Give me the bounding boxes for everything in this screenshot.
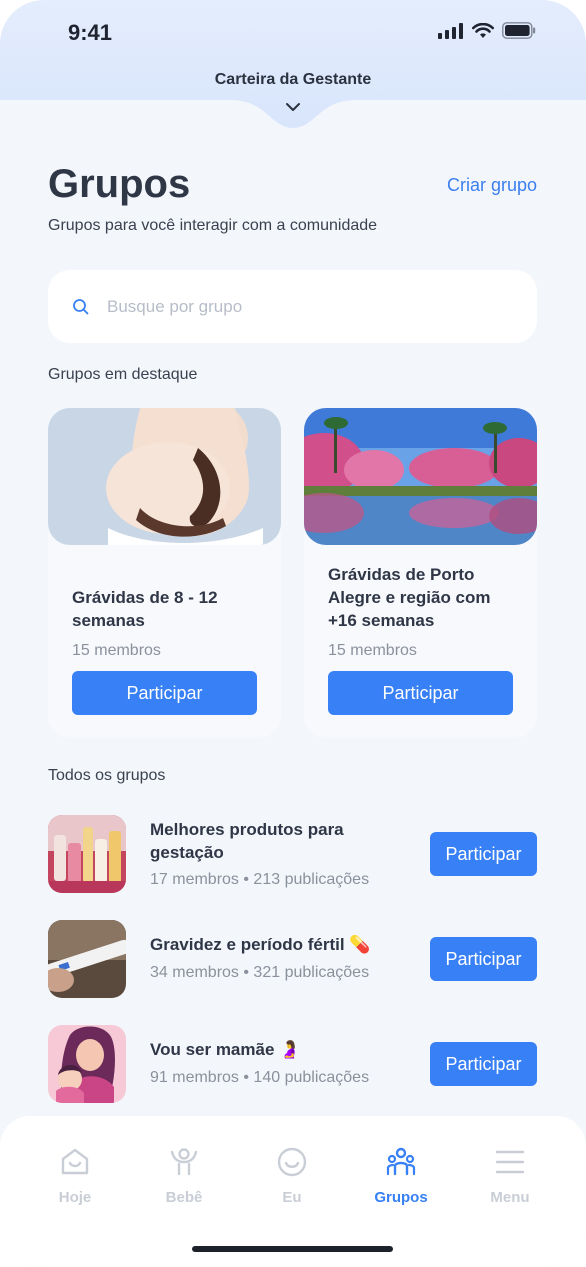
join-button[interactable]: Participar [328, 671, 513, 715]
join-button[interactable]: Participar [430, 1042, 537, 1086]
featured-card-title: Grávidas de 8 - 12 semanas [72, 588, 218, 630]
meta-separator: • [243, 871, 254, 888]
search-bar[interactable] [48, 270, 537, 343]
tab-grupos[interactable]: Grupos [346, 1146, 456, 1206]
group-image-pregnant-belly [48, 408, 281, 545]
page-title: Grupos [48, 162, 191, 206]
bottom-tab-bar: Hoje Bebê Eu Grupos Menu [0, 1116, 586, 1267]
status-icons [438, 22, 536, 39]
featured-card-members: 15 membros [72, 642, 161, 659]
group-meta: 34 membros • 321 publicações [150, 964, 369, 982]
wifi-icon [472, 22, 494, 38]
home-icon [61, 1148, 89, 1175]
top-header: 9:41 Carteira da Gestante [0, 0, 586, 130]
group-list-item[interactable]: Vou ser mamãe 🤰 91 membros • 140 publica… [48, 1025, 537, 1105]
featured-heading: Grupos em destaque [48, 366, 198, 383]
phone-screen: 9:41 Carteira da Gestante Grupos Criar g… [0, 0, 586, 1267]
join-button[interactable]: Participar [430, 832, 537, 876]
search-icon [73, 298, 89, 314]
group-members: 17 membros [150, 871, 239, 888]
tab-label: Eu [282, 1189, 302, 1206]
featured-card-members: 15 membros [328, 642, 417, 659]
search-input[interactable] [107, 296, 487, 317]
page-subtitle: Grupos para você interagir com a comunid… [48, 217, 378, 234]
wallet-selector[interactable]: Carteira da Gestante [0, 71, 586, 89]
group-meta: 17 membros • 213 publicações [150, 871, 369, 889]
groups-icon [386, 1147, 416, 1176]
group-list-item[interactable]: Melhores produtos para gestação 17 membr… [48, 815, 537, 895]
group-meta: 91 membros • 140 publicações [150, 1069, 369, 1087]
group-thumbnail-mother-child [48, 1025, 126, 1103]
menu-icon [495, 1150, 525, 1174]
join-button[interactable]: Participar [430, 937, 537, 981]
smile-icon [277, 1147, 307, 1177]
chevron-down-icon[interactable] [284, 101, 302, 113]
group-thumbnail-pregnancy-test [48, 920, 126, 998]
group-posts: 140 publicações [253, 1069, 370, 1086]
status-time: 9:41 [68, 20, 113, 45]
featured-card[interactable]: Grávidas de Porto Alegre e região com +1… [304, 408, 537, 738]
home-indicator[interactable] [192, 1246, 393, 1252]
group-members: 91 membros [150, 1069, 239, 1086]
join-button[interactable]: Participar [72, 671, 257, 715]
group-members: 34 membros [150, 964, 239, 981]
signal-icon [438, 22, 463, 39]
meta-separator: • [243, 964, 254, 981]
tab-label: Menu [490, 1189, 530, 1206]
group-posts: 213 publicações [253, 871, 370, 888]
group-name: Gravidez e período fértil 💊 [150, 935, 371, 954]
group-thumbnail-products [48, 815, 126, 893]
group-image-lake-park [304, 408, 537, 545]
group-posts: 321 publicações [253, 964, 370, 981]
meta-separator: • [243, 1069, 254, 1086]
create-group-link[interactable]: Criar grupo [447, 175, 537, 196]
tab-bebe[interactable]: Bebê [129, 1146, 239, 1206]
featured-card-title: Grávidas de Porto Alegre e região com +1… [328, 565, 491, 630]
tab-label: Bebê [165, 1189, 203, 1206]
tab-label: Grupos [374, 1189, 428, 1206]
group-list-item[interactable]: Gravidez e período fértil 💊 34 membros •… [48, 920, 537, 1000]
tab-hoje[interactable]: Hoje [20, 1146, 130, 1206]
group-name: Melhores produtos para gestação [150, 820, 344, 862]
all-groups-heading: Todos os grupos [48, 767, 166, 784]
tab-label: Hoje [58, 1189, 92, 1206]
tab-menu[interactable]: Menu [455, 1146, 565, 1206]
tab-eu[interactable]: Eu [237, 1146, 347, 1206]
battery-icon [502, 22, 536, 39]
featured-card[interactable]: Grávidas de 8 - 12 semanas 15 membros Pa… [48, 408, 281, 738]
group-name: Vou ser mamãe 🤰 [150, 1040, 301, 1059]
baby-icon [170, 1148, 198, 1176]
